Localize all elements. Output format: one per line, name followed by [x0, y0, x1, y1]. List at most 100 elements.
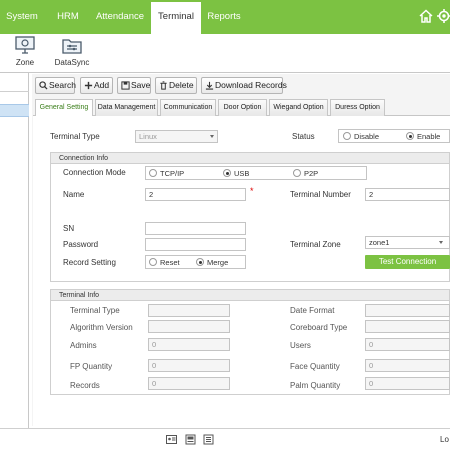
sn-input[interactable] [145, 222, 246, 235]
save-disk-icon [121, 81, 130, 90]
status-disable-radio[interactable]: Disable [343, 132, 379, 141]
module-datasync[interactable]: DataSync [50, 34, 94, 72]
status-enable-radio[interactable]: Enable [406, 132, 440, 141]
test-connection-button[interactable]: Test Connection [365, 255, 450, 269]
download-records-button[interactable]: Download Records [201, 77, 287, 94]
tree-divider [0, 91, 29, 92]
footer-corner-text: Lo [440, 435, 449, 444]
mode-p2p-radio[interactable]: P2P [293, 169, 318, 178]
status-label: Status [292, 132, 315, 141]
download-icon [205, 81, 214, 90]
radio-circle-icon [149, 258, 157, 266]
terminal-type-label: Terminal Type [50, 132, 100, 141]
terminal-device-icon[interactable] [185, 434, 196, 445]
mode-usb-label: USB [234, 169, 250, 178]
info-records-field: 0 [148, 377, 230, 390]
info-terminal-type-label: Terminal Type [70, 306, 120, 315]
status-radio-group: Disable Enable [338, 129, 450, 143]
nav-tab-reports[interactable]: Reports [204, 0, 244, 34]
terminal-number-input[interactable]: 2 [365, 188, 450, 201]
info-palm-label: Palm Quantity [290, 381, 341, 390]
mode-usb-radio[interactable]: USB [223, 169, 249, 178]
info-terminal-type-field [148, 304, 230, 317]
datasync-icon [62, 39, 82, 54]
info-algorithm-label: Algorithm Version [70, 323, 133, 332]
trash-icon [160, 81, 167, 90]
delete-button[interactable]: Delete [155, 77, 197, 94]
record-setting-radio-group: Reset Merge [145, 255, 246, 269]
home-icon[interactable] [418, 8, 434, 24]
info-coreboard-label: Coreboard Type [290, 323, 348, 332]
terminal-type-value: Linux [139, 132, 157, 141]
search-button-label: Search [49, 80, 76, 90]
search-icon [39, 81, 48, 90]
radio-checked-icon [223, 169, 231, 177]
mode-p2p-label: P2P [304, 169, 319, 178]
records-book-icon[interactable] [203, 434, 214, 445]
download-records-label: Download Records [215, 80, 287, 90]
tab-data-management[interactable]: Data Management [95, 99, 158, 116]
password-input[interactable] [145, 238, 246, 251]
save-button-label: Save [131, 80, 151, 90]
radio-circle-icon [343, 132, 351, 140]
info-users-field: 0 [365, 338, 450, 351]
info-admins-label: Admins [70, 341, 97, 350]
nav-tab-hrm[interactable]: HRM [48, 0, 88, 34]
record-reset-radio[interactable]: Reset [149, 258, 180, 267]
info-face-field: 0 [365, 359, 450, 372]
info-fp-label: FP Quantity [70, 362, 113, 371]
record-reset-label: Reset [160, 258, 180, 267]
settings-gear-icon[interactable] [436, 8, 450, 24]
info-admins-field: 0 [148, 338, 230, 351]
name-label: Name [63, 190, 85, 199]
info-algorithm-field [148, 320, 230, 333]
info-records-label: Records [70, 381, 100, 390]
chevron-down-icon [210, 135, 214, 138]
add-button-label: Add [94, 80, 110, 90]
info-date-format-label: Date Format [290, 306, 335, 315]
connection-mode-radio-group: TCP/IP USB P2P [145, 166, 367, 180]
plus-icon [84, 81, 93, 90]
terminal-zone-select[interactable]: zone1 [365, 236, 450, 249]
search-button[interactable]: Search [35, 77, 76, 94]
info-users-label: Users [290, 341, 311, 350]
terminal-info-title: Terminal Info [51, 290, 449, 301]
info-fp-field: 0 [148, 359, 230, 372]
tree-selected-row[interactable] [0, 104, 29, 117]
radio-circle-icon [149, 169, 157, 177]
divider [0, 72, 450, 73]
status-enable-label: Enable [417, 132, 441, 141]
terminal-type-select[interactable]: Linux [135, 130, 218, 143]
tab-wiegand-option[interactable]: Wiegand Option [269, 99, 328, 116]
connection-info-title: Connection Info [51, 153, 449, 164]
nav-tab-attendance[interactable]: Attendance [92, 0, 148, 34]
module-zone[interactable]: Zone [3, 34, 47, 72]
tab-duress-option[interactable]: Duress Option [330, 99, 385, 116]
record-merge-radio[interactable]: Merge [196, 258, 228, 267]
zone-monitor-icon [15, 36, 35, 54]
module-datasync-label: DataSync [54, 58, 90, 67]
top-nav-bar: System HRM Attendance Terminal Reports [0, 0, 450, 34]
tab-door-option[interactable]: Door Option [218, 99, 267, 116]
status-disable-label: Disable [354, 132, 380, 141]
mode-tcpip-radio[interactable]: TCP/IP [149, 169, 184, 178]
id-card-icon[interactable] [166, 434, 177, 445]
password-label: Password [63, 240, 99, 249]
tab-general-setting[interactable]: General Setting [35, 99, 93, 117]
settings-tab-row: General Setting Data Management Communic… [33, 99, 450, 117]
tab-communication[interactable]: Communication [160, 99, 216, 116]
name-input[interactable]: 2 [145, 188, 246, 201]
info-face-label: Face Quantity [290, 362, 340, 371]
chevron-down-icon [439, 241, 443, 244]
terminal-zone-value: zone1 [369, 238, 390, 247]
add-button[interactable]: Add [80, 77, 113, 94]
nav-tab-terminal[interactable]: Terminal [151, 2, 201, 34]
radio-circle-icon [293, 169, 301, 177]
module-bar: Zone DataSync [0, 34, 450, 72]
required-asterisk: * [250, 186, 254, 196]
save-button[interactable]: Save [117, 77, 151, 94]
sn-label: SN [63, 224, 75, 233]
delete-button-label: Delete [169, 80, 194, 90]
record-setting-label: Record Setting [63, 258, 116, 267]
nav-tab-system[interactable]: System [0, 0, 44, 34]
